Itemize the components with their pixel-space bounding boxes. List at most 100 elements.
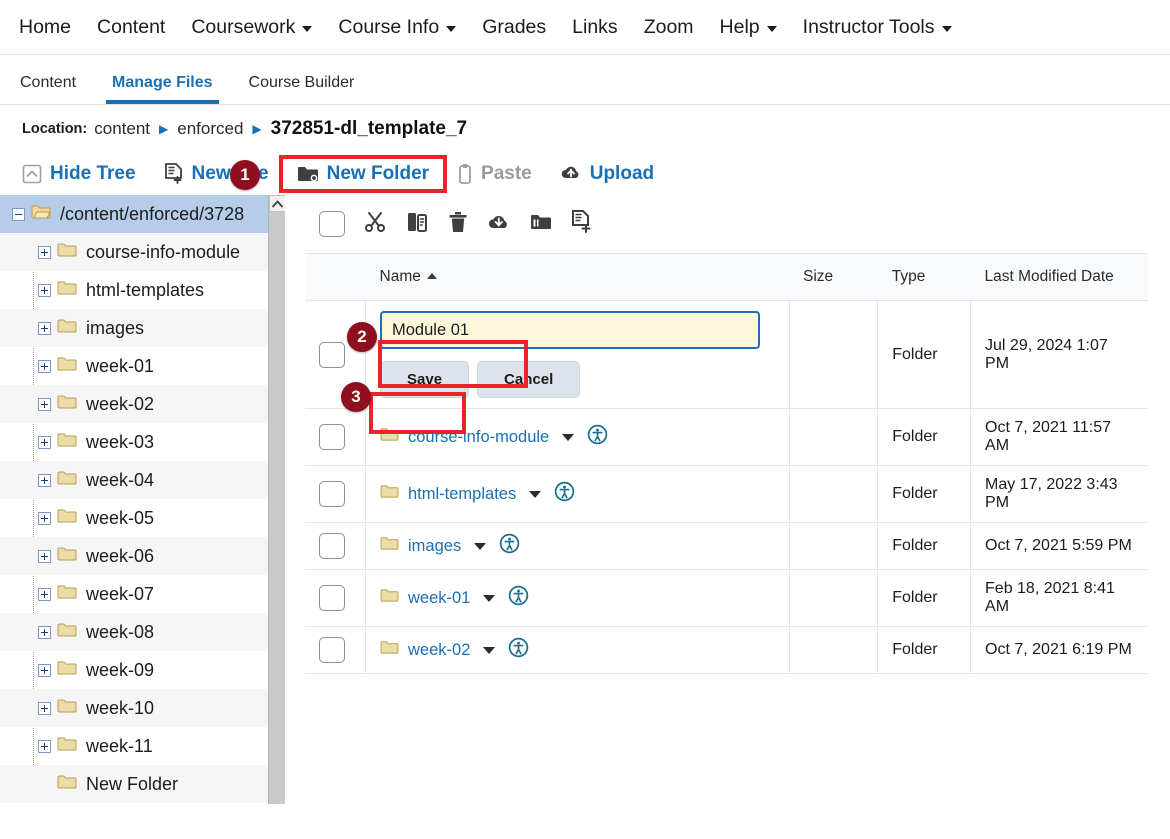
nav-item-coursework[interactable]: Coursework — [178, 16, 325, 39]
tree-item-week-04[interactable]: week-04 — [0, 461, 268, 499]
tree-item-week-01[interactable]: week-01 — [0, 347, 268, 385]
tree-item-week-07[interactable]: week-07 — [0, 575, 268, 613]
tab-manage-files[interactable]: Manage Files — [94, 74, 230, 104]
row-checkbox[interactable] — [319, 637, 345, 663]
tree-item-week-08[interactable]: week-08 — [0, 613, 268, 651]
tree-item-week-05[interactable]: week-05 — [0, 499, 268, 537]
breadcrumb-segment-enforced[interactable]: enforced — [177, 119, 243, 139]
tab-course-builder[interactable]: Course Builder — [231, 74, 373, 104]
row-date: Oct 7, 2021 11:57 AM — [971, 409, 1148, 466]
upload-button[interactable]: Upload — [546, 159, 668, 189]
tree-item-images[interactable]: images — [0, 309, 268, 347]
row-name-link[interactable]: week-02 — [408, 641, 470, 660]
cut-icon[interactable] — [363, 210, 387, 239]
primary-navigation: Home Content Coursework Course Info Grad… — [0, 0, 1170, 55]
nav-item-course-info[interactable]: Course Info — [325, 16, 469, 39]
folder-icon — [57, 546, 77, 567]
tree-item-label: week-06 — [86, 546, 154, 567]
row-checkbox[interactable] — [319, 342, 345, 368]
nav-item-grades[interactable]: Grades — [469, 16, 559, 39]
expand-toggle-icon[interactable] — [38, 474, 51, 487]
header-name-label: Name — [380, 268, 421, 285]
row-date: Oct 7, 2021 5:59 PM — [971, 523, 1148, 570]
expand-toggle-icon[interactable] — [38, 322, 51, 335]
expand-toggle-icon[interactable] — [38, 284, 51, 297]
tree-item-label: week-10 — [86, 698, 154, 719]
accessibility-icon[interactable] — [508, 637, 529, 663]
tree-item-week-02[interactable]: week-02 — [0, 385, 268, 423]
tree-item-week-10[interactable]: week-10 — [0, 689, 268, 727]
expand-toggle-icon[interactable] — [38, 588, 51, 601]
tree-item-week-06[interactable]: week-06 — [0, 537, 268, 575]
header-type[interactable]: Type — [878, 254, 971, 301]
nav-item-help[interactable]: Help — [707, 16, 790, 39]
row-name-link[interactable]: images — [408, 537, 461, 556]
expand-toggle-icon[interactable] — [38, 702, 51, 715]
row-checkbox[interactable] — [319, 481, 345, 507]
tree-scrollbar[interactable] — [268, 195, 285, 804]
nav-item-label: Coursework — [191, 16, 295, 39]
row-checkbox[interactable] — [319, 585, 345, 611]
collapse-toggle-icon[interactable] — [12, 208, 25, 221]
copy-icon[interactable] — [405, 210, 429, 239]
header-last-modified[interactable]: Last Modified Date — [971, 254, 1148, 301]
new-file-icon — [164, 163, 184, 185]
row-size — [789, 466, 878, 523]
select-all-checkbox[interactable] — [319, 211, 345, 237]
paste-label: Paste — [481, 163, 532, 185]
tree-item-new-folder[interactable]: New Folder — [0, 765, 268, 803]
files-workspace: /content/enforced/3728 course-info-modul… — [0, 195, 1170, 804]
download-icon[interactable] — [487, 211, 511, 238]
tab-content[interactable]: Content — [2, 74, 94, 104]
accessibility-icon[interactable] — [554, 481, 575, 507]
row-checkbox[interactable] — [319, 533, 345, 559]
chevron-down-icon[interactable] — [529, 491, 541, 498]
accessibility-icon[interactable] — [499, 533, 520, 559]
expand-toggle-icon[interactable] — [38, 436, 51, 449]
new-folder-button[interactable]: New Folder — [283, 159, 443, 189]
folder-tree-panel: /content/enforced/3728 course-info-modul… — [0, 195, 285, 804]
expand-toggle-icon[interactable] — [38, 626, 51, 639]
nav-item-home[interactable]: Home — [6, 16, 84, 39]
table-row: html-templates Folder May 17, 2022 3:43 … — [305, 466, 1148, 523]
hide-tree-button[interactable]: Hide Tree — [8, 159, 150, 189]
new-file-button[interactable]: New File — [150, 159, 283, 189]
row-checkbox-cell — [305, 627, 366, 674]
tree-item-course-info-module[interactable]: course-info-module — [0, 233, 268, 271]
expand-toggle-icon[interactable] — [38, 360, 51, 373]
row-name-link[interactable]: week-01 — [408, 589, 470, 608]
nav-item-links[interactable]: Links — [559, 16, 631, 39]
chevron-down-icon[interactable] — [562, 434, 574, 441]
chevron-down-icon[interactable] — [474, 543, 486, 550]
delete-icon[interactable] — [447, 210, 469, 239]
nav-item-zoom[interactable]: Zoom — [631, 16, 707, 39]
tree-item-week-03[interactable]: week-03 — [0, 423, 268, 461]
nav-item-content[interactable]: Content — [84, 16, 178, 39]
paste-button[interactable]: Paste — [443, 159, 546, 189]
move-to-folder-icon[interactable] — [529, 212, 553, 237]
new-file-icon[interactable] — [571, 210, 593, 239]
row-name-link[interactable]: html-templates — [408, 485, 516, 504]
expand-toggle-icon[interactable] — [38, 664, 51, 677]
accessibility-icon[interactable] — [508, 585, 529, 611]
breadcrumb-segment-content[interactable]: content — [94, 119, 150, 139]
tree-item-root[interactable]: /content/enforced/3728 — [0, 195, 268, 233]
tree-item-week-09[interactable]: week-09 — [0, 651, 268, 689]
tree-item-week-11[interactable]: week-11 — [0, 727, 268, 765]
chevron-down-icon[interactable] — [483, 595, 495, 602]
row-checkbox[interactable] — [319, 424, 345, 450]
header-size[interactable]: Size — [789, 254, 878, 301]
folder-icon — [380, 588, 399, 608]
accessibility-icon[interactable] — [587, 424, 608, 450]
tree-item-html-templates[interactable]: html-templates — [0, 271, 268, 309]
expand-toggle-icon[interactable] — [38, 512, 51, 525]
expand-toggle-icon[interactable] — [38, 398, 51, 411]
chevron-down-icon[interactable] — [483, 647, 495, 654]
folder-icon — [57, 622, 77, 643]
expand-toggle-icon[interactable] — [38, 740, 51, 753]
nav-item-instructor-tools[interactable]: Instructor Tools — [790, 16, 965, 39]
header-name[interactable]: Name — [366, 254, 790, 301]
scroll-up-icon[interactable] — [269, 195, 285, 212]
expand-toggle-icon[interactable] — [38, 246, 51, 259]
expand-toggle-icon[interactable] — [38, 550, 51, 563]
